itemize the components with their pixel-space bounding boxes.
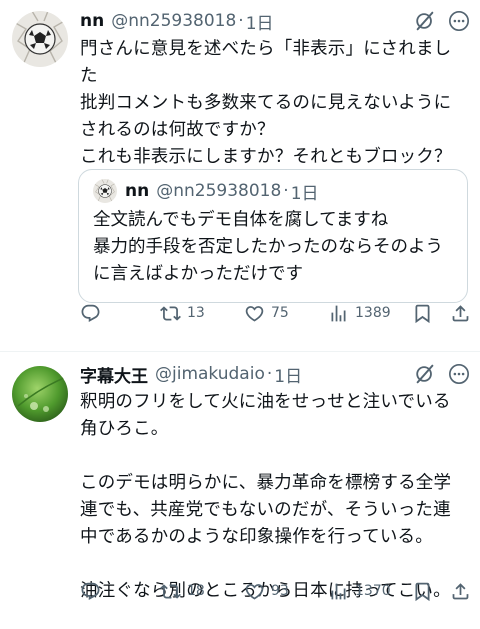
avatar[interactable]	[12, 11, 68, 67]
quoted-display-name: nn	[125, 181, 150, 201]
header-icons	[414, 10, 470, 32]
retweet-icon	[160, 303, 181, 324]
share-button[interactable]	[450, 303, 471, 324]
retweet-count: 13	[187, 305, 205, 321]
separator-dot: ·	[283, 181, 289, 201]
separator-dot: ·	[238, 11, 244, 31]
text-line: 全文読んでもデモ自体を腐してますね	[93, 210, 389, 230]
text-line: 連でも、共産党でもないのだが、そういった連	[80, 500, 451, 520]
green-leaf-avatar-icon	[12, 366, 68, 422]
text-line: に言えばよかっただけです	[93, 264, 303, 284]
bookmark-button[interactable]	[412, 303, 433, 324]
tweet-body: 字幕大王 @jimakudaio · 1日 釈明のフリをして火に油をせっせと注い…	[80, 361, 470, 605]
reply-icon	[80, 581, 101, 602]
separator-dot: ·	[266, 364, 273, 384]
retweet-count: 18	[187, 583, 205, 599]
text-line: 門さんに意見を述べたら「非表示」にされまし	[80, 39, 452, 59]
quoted-timestamp: 1日	[290, 183, 319, 204]
grok-icon[interactable]	[414, 363, 436, 385]
text-line: このデモは明らかに、暴力革命を標榜する全学	[80, 473, 452, 493]
share-icon	[450, 581, 471, 602]
user-handle[interactable]: @nn25938018	[111, 11, 236, 31]
more-icon[interactable]	[448, 363, 470, 385]
display-name[interactable]: nn	[80, 11, 104, 31]
views-icon	[328, 581, 349, 602]
retweet-button[interactable]: 18	[160, 581, 205, 602]
text-line: 角ひろこ。	[80, 419, 169, 439]
text-line: た	[80, 66, 98, 86]
user-handle[interactable]: @jimakudaio	[155, 364, 265, 384]
quoted-tweet[interactable]: nn @nn25938018 · 1日 全文読んでもデモ自体を腐してますね 暴力…	[78, 169, 468, 303]
like-count: 93	[271, 583, 289, 599]
reply-icon	[80, 303, 101, 324]
tweet-text: 門さんに意見を述べたら「非表示」にされまし た 批判コメントも多数来てるのに見え…	[80, 36, 470, 171]
text-line: 釈明のフリをして火に油をせっせと注いでいる	[80, 392, 451, 412]
bookmark-button[interactable]	[412, 581, 433, 602]
timestamp[interactable]: 1日	[274, 362, 302, 387]
quoted-tweet-header: nn @nn25938018 · 1日	[93, 179, 453, 204]
tweet-2[interactable]: 字幕大王 @jimakudaio · 1日 釈明のフリをして火に油をせっせと注い…	[0, 352, 480, 629]
retweet-icon	[160, 581, 181, 602]
tweet-body: nn @nn25938018 · 1日 門さんに意見を述べたら「非表示」にされま…	[80, 8, 470, 171]
bookmark-icon	[412, 303, 433, 324]
bookmark-icon	[412, 581, 433, 602]
share-button[interactable]	[450, 581, 471, 602]
text-line: 中であるかのような印象操作を行っている。	[80, 527, 433, 547]
header-icons	[414, 363, 470, 385]
soccer-ball-avatar-icon	[93, 179, 117, 203]
text-line: 批判コメントも多数来てるのに見えないように	[80, 93, 452, 113]
quoted-tweet-text: 全文読んでもデモ自体を腐してますね 暴力的手段を否定したかったのならそのよう に…	[93, 207, 453, 288]
text-line: これも非表示にしますか？それともブロック？	[80, 147, 452, 167]
text-line: 暴力的手段を否定したかったのならそのよう	[93, 237, 443, 257]
tweet-text: 釈明のフリをして火に油をせっせと注いでいる 角ひろこ。 このデモは明らかに、暴力…	[80, 389, 470, 605]
display-name[interactable]: 字幕大王	[80, 362, 148, 387]
quoted-avatar	[93, 179, 117, 203]
tweet-header: nn @nn25938018 · 1日	[80, 8, 470, 34]
soccer-ball-avatar-icon	[12, 11, 68, 67]
timestamp[interactable]: 1日	[246, 9, 274, 34]
view-count: 1389	[355, 305, 391, 321]
tweet-header: 字幕大王 @jimakudaio · 1日	[80, 361, 470, 387]
reply-button[interactable]	[80, 581, 101, 602]
text-line: されるのは何故ですか？	[80, 120, 275, 140]
reply-button[interactable]	[80, 303, 101, 324]
grok-icon[interactable]	[414, 10, 436, 32]
like-count: 75	[271, 305, 289, 321]
share-icon	[450, 303, 471, 324]
more-icon[interactable]	[448, 10, 470, 32]
tweet-1[interactable]: nn @nn25938018 · 1日 門さんに意見を述べたら「非表示」にされま…	[0, 0, 480, 352]
view-count: 1370	[355, 583, 391, 599]
avatar[interactable]	[12, 366, 68, 422]
like-icon	[244, 303, 265, 324]
views-button[interactable]: 1370	[328, 581, 391, 602]
like-button[interactable]: 75	[244, 303, 289, 324]
retweet-button[interactable]: 13	[160, 303, 205, 324]
views-icon	[328, 303, 349, 324]
views-button[interactable]: 1389	[328, 303, 391, 324]
quoted-user-handle: @nn25938018	[156, 181, 282, 201]
like-icon	[244, 581, 265, 602]
like-button[interactable]: 93	[244, 581, 289, 602]
